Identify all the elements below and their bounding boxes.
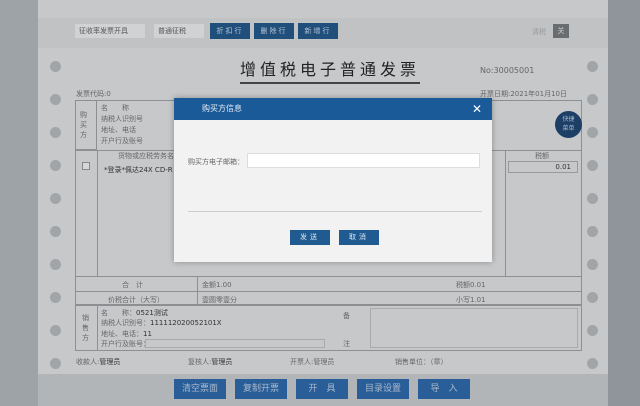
buyer-section-label: 购买方 <box>80 111 87 139</box>
divider <box>505 150 506 276</box>
grand-total-small: 小写1.01 <box>456 296 486 304</box>
payee-label: 收款人: <box>76 358 100 366</box>
discount-row-button[interactable]: 折扣行 <box>210 23 250 39</box>
send-button[interactable]: 发送 <box>290 230 330 245</box>
paper-hole <box>587 61 598 72</box>
paper-hole <box>50 358 61 369</box>
import-button[interactable]: 导 入 <box>418 379 470 399</box>
buyer-info-dialog: 购买方信息 ✕ 购买方电子邮箱： 发送 取消 <box>174 98 492 262</box>
issue-button[interactable]: 开 具 <box>296 379 348 399</box>
drawer-label: 开票人:管理员 <box>290 358 335 366</box>
paper-hole <box>50 127 61 138</box>
item-tax: 0.01 <box>508 161 578 173</box>
paper-hole <box>587 94 598 105</box>
copy-invoice-button[interactable]: 复制开票 <box>235 379 287 399</box>
reviewer-label: 复核人: <box>188 358 212 366</box>
invoice-title: 增值税电子普通发票 <box>240 56 421 84</box>
seller-taxid: 111112020052101X <box>150 319 222 327</box>
paper-hole <box>50 259 61 270</box>
seller-addr: 11 <box>143 330 152 338</box>
tax-type-select[interactable]: 普通征税 <box>154 24 204 38</box>
paper-hole <box>587 292 598 303</box>
seller-name-label: 名 称： <box>101 309 136 317</box>
paper-hole <box>50 226 61 237</box>
total-tax: 税额0.01 <box>456 281 486 289</box>
paper-hole <box>50 160 61 171</box>
quick-menu-label: 快捷 <box>562 116 575 123</box>
invoice-number: No:30005001 <box>480 66 535 75</box>
add-row-button[interactable]: 新增行 <box>298 23 338 39</box>
dialog-divider <box>188 211 482 212</box>
cancel-button[interactable]: 取消 <box>339 230 379 245</box>
email-input[interactable] <box>247 153 480 168</box>
paper-hole <box>50 61 61 72</box>
invoice-mode-select[interactable]: 征收率发票开具 <box>75 24 145 38</box>
invoice-code: 发票代码:0 <box>76 90 111 98</box>
paper-hole <box>587 325 598 336</box>
delete-row-button[interactable]: 删除行 <box>254 23 294 39</box>
right-strip <box>608 0 640 406</box>
buyer-label: 开户行及账号 <box>101 137 143 145</box>
paper-hole <box>587 160 598 171</box>
seller-name: 0521测试 <box>136 309 168 317</box>
items-header-name: 货物或应税劳务名称 <box>118 152 181 160</box>
clear-tax-label[interactable]: 清税 <box>532 27 546 37</box>
seller-bank-input[interactable] <box>145 339 325 348</box>
catalog-settings-button[interactable]: 目录设置 <box>357 379 409 399</box>
buyer-label: 纳税人识别号 <box>101 115 143 123</box>
close-icon[interactable]: ✕ <box>472 98 482 120</box>
quick-menu-label: 菜单 <box>562 125 575 132</box>
divider <box>97 305 98 351</box>
grand-total-text: 壹圆零壹分 <box>202 296 237 304</box>
items-header-tax: 税额 <box>535 152 549 160</box>
divider <box>97 150 98 276</box>
paper-hole <box>587 259 598 270</box>
divider <box>75 276 582 277</box>
divider <box>197 276 198 305</box>
seller-bank-label: 开户行及账号： <box>101 340 150 348</box>
divider <box>75 291 582 292</box>
paper-hole <box>50 325 61 336</box>
paper-hole <box>587 226 598 237</box>
paper-hole <box>50 94 61 105</box>
remark-label-1: 备 <box>343 312 350 320</box>
paper-hole <box>50 292 61 303</box>
total-amount: 金额1.00 <box>202 281 232 289</box>
dialog-header: 购买方信息 ✕ <box>174 98 492 120</box>
invoice-date: 开票日期:2021年01月10日 <box>480 90 567 98</box>
seller-unit-label: 销售单位：（章） <box>395 358 448 366</box>
paper-hole <box>587 127 598 138</box>
close-toolbar-button[interactable]: 关 <box>553 24 569 38</box>
quick-menu-button[interactable]: 快捷 菜单 <box>555 111 582 138</box>
seller-addr-label: 地址、电话： <box>101 330 143 338</box>
remark-input[interactable] <box>370 308 578 348</box>
row-checkbox[interactable] <box>82 162 90 170</box>
dialog-title: 购买方信息 <box>202 104 242 113</box>
remark-label-2: 注 <box>343 340 350 348</box>
buyer-label: 地址、电话 <box>101 126 136 134</box>
paper-hole <box>587 193 598 204</box>
total-label: 合 计 <box>122 281 143 289</box>
item-name: *登录*佩达24X CD-R <box>104 166 173 174</box>
buyer-label: 名 称 <box>101 104 129 112</box>
paper-hole <box>587 358 598 369</box>
seller-taxid-label: 纳税人识别号： <box>101 319 150 327</box>
grand-total-label: 价税合计（大写） <box>108 296 164 304</box>
clear-form-button[interactable]: 清空票面 <box>174 379 226 399</box>
paper-hole <box>50 193 61 204</box>
reviewer-select[interactable]: 管理员 <box>211 358 232 366</box>
email-label: 购买方电子邮箱： <box>188 158 244 166</box>
payee-select[interactable]: 管理员 <box>99 358 120 366</box>
seller-section-label: 销售方 <box>82 314 89 342</box>
